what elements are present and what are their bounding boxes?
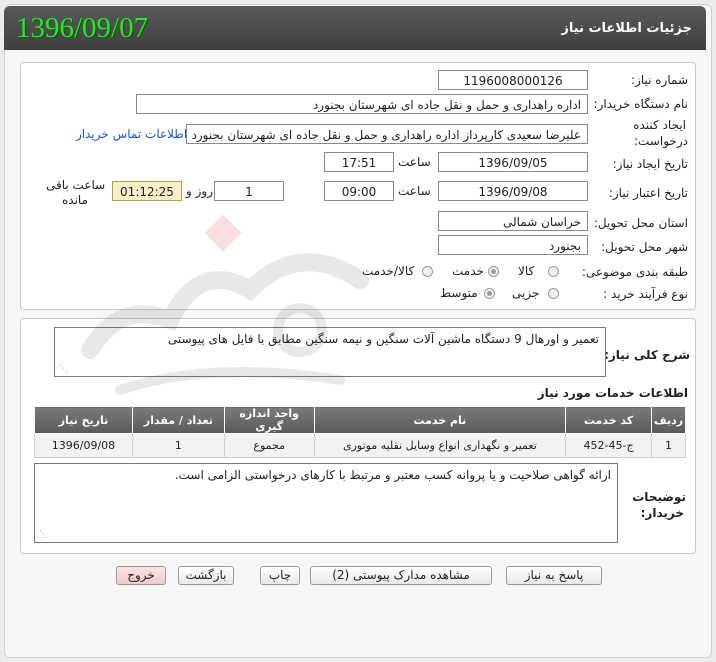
col-quantity: تعداد / مقدار	[131, 406, 225, 434]
remaining-label-1: ساعت باقی	[46, 178, 106, 192]
created-date-field: 1396/09/05	[438, 152, 588, 172]
cell-need-date: 1396/09/08	[34, 433, 133, 458]
process-medium-label: متوسط	[440, 286, 478, 300]
col-service-code: کد خدمت	[565, 406, 653, 434]
created-time-field: 17:51	[324, 152, 394, 172]
col-need-date: تاریخ نیاز	[34, 406, 133, 434]
services-title: اطلاعات خدمات مورد نیاز	[537, 386, 688, 400]
date-stamp: 1396/09/07	[16, 12, 149, 44]
exit-button[interactable]: خروج	[116, 566, 166, 585]
col-service-name: نام خدمت	[313, 406, 567, 434]
category-service-radio[interactable]	[488, 266, 499, 277]
cell-service-name: تعمیر و نگهداری انواع وسایل نقلیه موتوری	[313, 433, 567, 458]
resize-handle-icon: ⋰	[39, 530, 48, 540]
valid-date-label: تاریخ اعتبار نیاز:	[608, 186, 688, 200]
services-table: ردیف کد خدمت نام خدمت واحد اندازه گیری ت…	[34, 406, 686, 458]
process-label: نوع فرآیند خرید :	[603, 287, 688, 301]
remaining-time-badge: 01:12:25	[112, 181, 182, 201]
category-goods-radio[interactable]	[548, 266, 559, 277]
need-number-field: 1196008000126	[438, 70, 588, 90]
remaining-label-2: مانده	[62, 193, 89, 207]
created-time-label: ساعت	[398, 155, 431, 169]
province-field: خراسان شمالی	[438, 211, 588, 231]
created-date-label: تاریخ ایجاد نیاز:	[612, 157, 688, 171]
creator-label-1: ایجاد کننده	[633, 118, 686, 132]
reply-button[interactable]: پاسخ به نیاز	[506, 566, 602, 585]
back-button[interactable]: بازگشت	[178, 566, 234, 585]
buyer-label: نام دستگاه خریدار:	[593, 97, 689, 111]
remaining-days-field: 1	[214, 181, 284, 201]
cell-quantity: 1	[131, 433, 225, 458]
creator-field: علیرضا سعیدی کارپرداز اداره راهداری و حم…	[186, 124, 588, 144]
valid-time-field: 09:00	[324, 181, 394, 201]
process-medium-radio[interactable]	[484, 288, 495, 299]
remaining-days-label: روز و	[186, 184, 213, 198]
valid-date-field: 1396/09/08	[438, 181, 588, 201]
attachments-button[interactable]: مشاهده مدارک پیوستی (2)	[310, 566, 492, 585]
need-number-label: شماره نیاز:	[631, 73, 688, 87]
description-text: تعمیر و اورهال 9 دستگاه ماشین آلات سنگین…	[167, 332, 599, 346]
col-row: ردیف	[651, 406, 686, 434]
city-label: شهر محل تحویل:	[601, 240, 688, 254]
services-table-header: ردیف کد خدمت نام خدمت واحد اندازه گیری ت…	[34, 406, 686, 434]
print-button[interactable]: چاپ	[260, 566, 300, 585]
description-field: تعمیر و اورهال 9 دستگاه ماشین آلات سنگین…	[54, 327, 606, 377]
cell-service-code: ج-45-452	[565, 433, 653, 458]
process-minor-radio[interactable]	[548, 288, 559, 299]
buyer-notes-field: ارائه گواهی صلاحیت و یا پروانه کسب معتبر…	[34, 463, 618, 543]
buyer-notes-label-2: خریدار:	[640, 506, 684, 520]
buyer-notes-label-1: توضیحات	[632, 490, 686, 504]
city-field: بجنورد	[438, 235, 588, 255]
page-title: جزئیات اطلاعات نیاز	[561, 21, 692, 36]
creator-label-2: درخواست:	[634, 134, 688, 148]
category-goods-service-radio[interactable]	[422, 266, 433, 277]
province-label: استان محل تحویل:	[593, 216, 688, 230]
cell-unit: مجموع	[223, 433, 315, 458]
category-label: طبقه بندی موضوعی:	[581, 265, 688, 279]
category-goods-label: کالا	[518, 264, 535, 278]
buyer-field: اداره راهداری و حمل و نقل جاده ای شهرستا…	[136, 94, 588, 114]
valid-time-label: ساعت	[398, 184, 431, 198]
category-service-label: خدمت	[452, 264, 484, 278]
resize-handle-icon: ⋰	[59, 364, 68, 374]
buyer-notes-text: ارائه گواهی صلاحیت و یا پروانه کسب معتبر…	[174, 468, 611, 482]
cell-row: 1	[651, 433, 686, 458]
category-goods-service-label: کالا/خدمت	[362, 264, 415, 278]
page-header: جزئیات اطلاعات نیاز 1396/09/07	[4, 6, 706, 50]
col-unit: واحد اندازه گیری	[223, 406, 315, 434]
table-row: 1 ج-45-452 تعمیر و نگهداری انواع وسایل ن…	[34, 433, 686, 458]
process-minor-label: جزیی	[512, 286, 540, 300]
description-label: شرح کلی نیاز:	[604, 348, 690, 362]
buyer-contact-link[interactable]: اطلاعات تماس خریدار	[76, 127, 187, 141]
